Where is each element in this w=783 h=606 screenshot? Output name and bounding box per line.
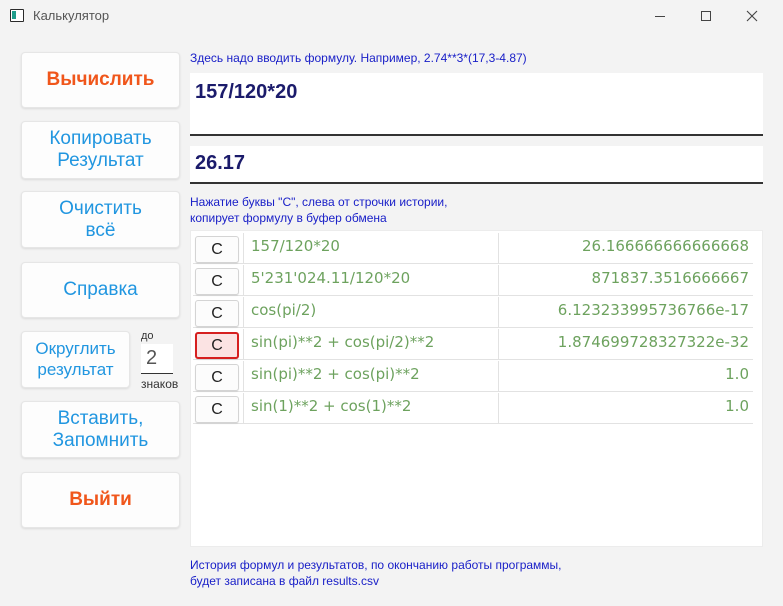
footer-note-line2: будет записана в файл results.csv bbox=[190, 574, 379, 588]
minimize-icon bbox=[655, 15, 665, 17]
maximize-icon bbox=[701, 11, 711, 21]
clear-all-label-line1: Очистить bbox=[59, 197, 142, 219]
history-row: С cos(pi/2) 6.123233995736766e-17 bbox=[193, 297, 753, 328]
window-title: Калькулятор bbox=[33, 8, 110, 23]
copy-formula-button[interactable]: С bbox=[195, 300, 239, 327]
minimize-button[interactable] bbox=[637, 0, 683, 32]
history-row: С 157/120*20 26.166666666666668 bbox=[193, 233, 753, 264]
history-result: 871837.3516666667 bbox=[591, 269, 749, 287]
column-divider bbox=[243, 361, 244, 392]
result-output[interactable]: 26.17 bbox=[190, 146, 763, 184]
history-row: С sin(pi)**2 + cos(pi)**2 1.0 bbox=[193, 361, 753, 392]
column-divider bbox=[243, 265, 244, 296]
history-hint-line1: Нажатие буквы "С", слева от строчки исто… bbox=[190, 195, 448, 209]
digits-suffix-label: знаков bbox=[141, 377, 179, 391]
column-divider bbox=[498, 297, 499, 328]
history-hint: Нажатие буквы "С", слева от строчки исто… bbox=[190, 194, 447, 226]
copy-formula-button[interactable]: С bbox=[195, 364, 239, 391]
copy-result-label-line1: Копировать bbox=[49, 128, 152, 150]
history-result: 26.166666666666668 bbox=[581, 237, 749, 255]
exit-button[interactable]: Выйти bbox=[21, 472, 180, 528]
insert-remember-label-line1: Вставить, bbox=[57, 407, 144, 429]
clear-all-label-line2: всё bbox=[85, 219, 116, 241]
history-formula: 5'231'024.11/120*20 bbox=[251, 269, 411, 287]
title-bar: Калькулятор bbox=[0, 0, 783, 32]
round-result-label-line2: результат bbox=[37, 359, 114, 379]
copy-formula-button[interactable]: С bbox=[195, 268, 239, 295]
footer-note-line1: История формул и результатов, по окончан… bbox=[190, 558, 562, 572]
column-divider bbox=[243, 233, 244, 264]
copy-result-label-line2: Результат bbox=[57, 150, 144, 171]
formula-input[interactable]: 157/120*20 bbox=[190, 73, 763, 136]
help-label: Справка bbox=[63, 279, 138, 301]
digits-input[interactable] bbox=[141, 344, 173, 374]
clear-all-label: Очистить всё bbox=[59, 198, 142, 242]
formula-hint: Здесь надо вводить формулу. Например, 2.… bbox=[190, 51, 527, 65]
history-list: С 157/120*20 26.166666666666668 С 5'231'… bbox=[190, 230, 763, 547]
column-divider bbox=[243, 329, 244, 360]
exit-label: Выйти bbox=[69, 489, 132, 511]
copy-formula-button-selected[interactable]: С bbox=[195, 332, 239, 359]
copy-formula-button[interactable]: С bbox=[195, 236, 239, 263]
help-button[interactable]: Справка bbox=[21, 262, 180, 318]
history-formula: sin(pi)**2 + cos(pi/2)**2 bbox=[251, 333, 435, 351]
round-result-label: Округлить результат bbox=[35, 339, 115, 380]
history-formula: sin(pi)**2 + cos(pi)**2 bbox=[251, 365, 420, 383]
round-result-button[interactable]: Округлить результат bbox=[21, 331, 130, 388]
history-row: С 5'231'024.11/120*20 871837.3516666667 bbox=[193, 265, 753, 296]
column-divider bbox=[498, 265, 499, 296]
insert-remember-label-line2: Запомнить bbox=[52, 429, 149, 451]
close-button[interactable] bbox=[729, 0, 775, 32]
column-divider bbox=[243, 297, 244, 328]
calculate-label: Вычислить bbox=[46, 69, 155, 91]
column-divider bbox=[498, 393, 499, 424]
footer-note: История формул и результатов, по окончан… bbox=[190, 557, 562, 589]
maximize-button[interactable] bbox=[683, 0, 729, 32]
history-formula: cos(pi/2) bbox=[251, 301, 317, 319]
column-divider bbox=[498, 361, 499, 392]
history-result: 1.0 bbox=[725, 365, 749, 383]
copy-formula-button[interactable]: С bbox=[195, 396, 239, 423]
insert-remember-button[interactable]: Вставить, Запомнить bbox=[21, 401, 180, 458]
copy-result-label: Копировать Результат bbox=[49, 128, 151, 172]
insert-remember-label: Вставить, Запомнить bbox=[53, 408, 149, 452]
close-icon bbox=[746, 10, 758, 22]
history-formula: sin(1)**2 + cos(1)**2 bbox=[251, 397, 412, 415]
column-divider bbox=[498, 233, 499, 264]
history-result: 1.0 bbox=[725, 397, 749, 415]
history-row: С sin(pi)**2 + cos(pi/2)**2 1.8746997283… bbox=[193, 329, 753, 360]
history-formula: 157/120*20 bbox=[251, 237, 340, 255]
column-divider bbox=[498, 329, 499, 360]
app-icon bbox=[10, 9, 24, 22]
history-row: С sin(1)**2 + cos(1)**2 1.0 bbox=[193, 393, 753, 424]
copy-result-button[interactable]: Копировать Результат bbox=[21, 121, 180, 179]
history-result: 1.874699728327322e-32 bbox=[557, 333, 749, 351]
history-result: 6.123233995736766e-17 bbox=[557, 301, 749, 319]
column-divider bbox=[243, 393, 244, 424]
clear-all-button[interactable]: Очистить всё bbox=[21, 191, 180, 248]
history-hint-line2: копирует формулу в буфер обмена bbox=[190, 211, 387, 225]
digits-prefix-label: до bbox=[141, 330, 154, 342]
calculate-button[interactable]: Вычислить bbox=[21, 52, 180, 108]
round-result-label-line1: Округлить bbox=[35, 339, 116, 359]
